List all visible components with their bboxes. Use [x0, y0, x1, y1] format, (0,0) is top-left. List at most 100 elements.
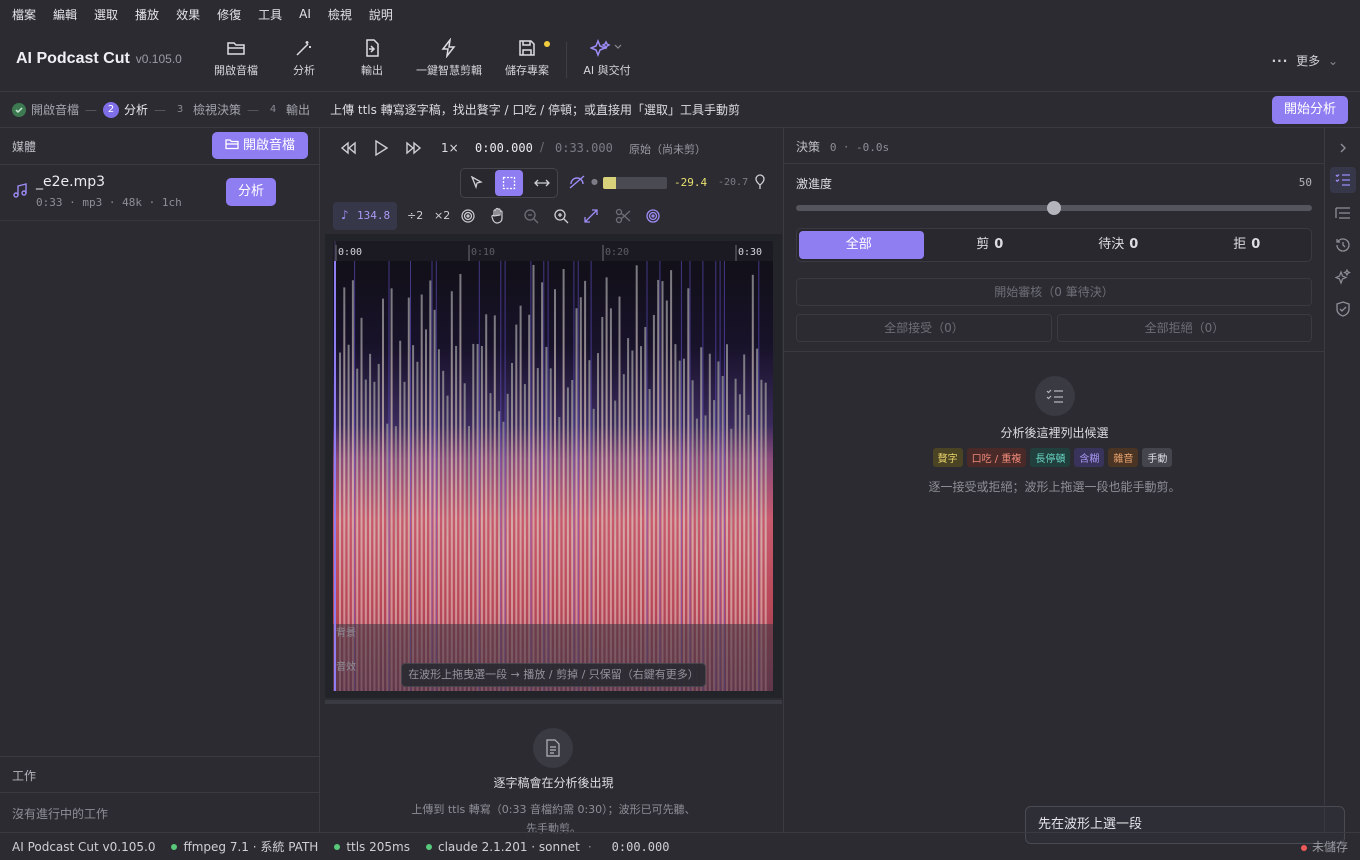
filter-tab-label: 拒: [1233, 237, 1247, 252]
shield-check-icon[interactable]: [1335, 301, 1351, 317]
filter-tab[interactable]: 全部: [799, 231, 924, 259]
folder-open-icon: [225, 139, 239, 150]
status-time: 0:00.000: [611, 839, 670, 854]
category-tag: 長停頓: [1030, 448, 1071, 467]
menu-item[interactable]: 編輯: [53, 6, 77, 23]
reject-all-button[interactable]: 全部拒絕（0）: [1057, 314, 1312, 342]
pointer-icon[interactable]: [470, 176, 484, 190]
chevron-right-icon[interactable]: [1338, 142, 1348, 154]
decisions-dot: ·: [844, 140, 849, 154]
open-audio-panel-button[interactable]: 開啟音檔: [212, 132, 308, 159]
menu-item[interactable]: 播放: [135, 6, 159, 23]
aggressiveness-label: 激進度: [796, 177, 833, 191]
menu-item[interactable]: 檢視: [328, 6, 352, 23]
app-title: AI Podcast Cut v0.105.0: [16, 50, 182, 68]
bpm-value: 134.8: [357, 209, 391, 222]
media-title: 媒體: [12, 140, 37, 154]
save-project-button[interactable]: 儲存專案: [487, 36, 567, 84]
menu-item[interactable]: 檔案: [12, 6, 36, 23]
gain-meter[interactable]: [603, 177, 667, 189]
status-bar: AI Podcast Cut v0.105.0 ffmpeg 7.1 · 系統 …: [0, 832, 1360, 860]
expand-icon[interactable]: [583, 208, 599, 224]
filter-tab-count: 0: [1129, 237, 1139, 252]
target-icon[interactable]: [460, 208, 476, 224]
list-tree-icon[interactable]: [1335, 206, 1351, 220]
filter-tab[interactable]: 待決 0: [1056, 231, 1181, 259]
ai-delivery-button[interactable]: AI 與交付: [567, 36, 647, 84]
step-2[interactable]: 2 分析: [103, 101, 148, 118]
checklist-icon-circle: [1035, 376, 1075, 416]
play-icon[interactable]: [373, 139, 389, 157]
step-3[interactable]: 3 檢視決策: [172, 101, 241, 118]
filter-tab[interactable]: 拒0: [1185, 231, 1310, 259]
smart-cut-button[interactable]: 一鍵智慧剪輯: [409, 36, 489, 84]
step-bar: 開啟音檔 — 2 分析 — 3 檢視決策 — 4 輸出 上傳 ttls 轉寫逐字稿，找…: [0, 92, 1360, 128]
edit-mode: 原始（尚未剪）: [629, 143, 706, 156]
decisions-tab-button[interactable]: [1330, 167, 1356, 193]
menu-item[interactable]: 工具: [258, 6, 282, 23]
history-icon[interactable]: [1335, 237, 1351, 253]
media-file-row[interactable]: _e2e.mp3 0:33 · mp3 · 48k · 1ch 分析: [0, 165, 320, 221]
select-tool-button[interactable]: [495, 170, 523, 196]
step-separator: —: [154, 102, 167, 117]
step-1[interactable]: 開啟音檔: [12, 101, 79, 118]
step-1-label: 開啟音檔: [31, 103, 80, 117]
stretch-icon[interactable]: [534, 177, 550, 189]
hand-icon[interactable]: [490, 207, 506, 225]
tick-label: 0:20: [605, 247, 629, 258]
bpm-button[interactable]: ♪ 134.8: [333, 202, 397, 230]
zoom-out-icon[interactable]: [523, 208, 539, 224]
splitter[interactable]: [325, 700, 782, 704]
step-4-label: 輸出: [286, 103, 311, 117]
bpm-double-button[interactable]: ×2: [434, 209, 450, 222]
slider-knob[interactable]: [1047, 201, 1061, 215]
menu-item[interactable]: AI: [299, 7, 311, 21]
fast-forward-icon[interactable]: [405, 140, 423, 156]
media-panel: 媒體 開啟音檔 _e2e.mp3 0:33 · mp3 · 48k · 1ch …: [0, 128, 320, 832]
waveform-canvas[interactable]: 0:00 0:10 0:20 0:30: [333, 241, 773, 691]
status-ok-dot: [425, 843, 432, 850]
divider: [0, 792, 320, 793]
aggressiveness-slider[interactable]: [796, 201, 1312, 215]
media-file-meta: 0:33 · mp3 · 48k · 1ch: [36, 196, 182, 209]
more-menu-button[interactable]: ··· 更多 ⌄: [1272, 52, 1338, 69]
sparkle-icon[interactable]: [1335, 269, 1351, 285]
chevron-down-icon: ⌄: [1327, 54, 1338, 68]
start-review-button[interactable]: 開始審核（0 筆待決）: [796, 278, 1312, 306]
pin-icon[interactable]: [753, 174, 767, 190]
save-project-label: 儲存專案: [505, 64, 549, 77]
tick-label: 0:00: [338, 247, 362, 258]
menu-item[interactable]: 修復: [217, 6, 241, 23]
app-name: AI Podcast Cut: [16, 50, 130, 67]
editor-panel: 1× 0:00.000 / 0:33.000 原始（尚未剪） ● -29.4 -…: [325, 128, 782, 835]
tick-label: 0:10: [471, 247, 495, 258]
filter-tab[interactable]: 剪0: [928, 231, 1053, 259]
playback-speed[interactable]: 1×: [441, 141, 459, 155]
analyze-file-button[interactable]: 分析: [226, 178, 276, 206]
step-2-label: 分析: [124, 103, 149, 117]
menu-item[interactable]: 選取: [94, 6, 118, 23]
lane-label-background: 背景: [336, 628, 356, 639]
menu-item[interactable]: 說明: [369, 6, 393, 23]
target-icon[interactable]: [645, 208, 661, 224]
step-4[interactable]: 4 輸出: [265, 101, 310, 118]
save-status: 未儲存: [1300, 838, 1348, 855]
scissors-icon[interactable]: [615, 208, 631, 224]
menu-item[interactable]: 效果: [176, 6, 200, 23]
document-icon: [546, 739, 560, 757]
headphone-mix-icon[interactable]: [568, 174, 586, 190]
folder-open-icon: [227, 42, 245, 55]
side-rail: [1324, 128, 1360, 832]
step-3-number: 3: [176, 103, 184, 115]
unsaved-label: 未儲存: [1311, 840, 1348, 854]
accept-all-button[interactable]: 全部接受（0）: [796, 314, 1052, 342]
rewind-icon[interactable]: [339, 140, 357, 156]
open-audio-panel-label: 開啟音檔: [242, 138, 295, 153]
export-button[interactable]: 輸出: [332, 36, 412, 84]
zoom-in-icon[interactable]: [553, 208, 569, 224]
bpm-half-button[interactable]: ÷2: [407, 209, 423, 222]
status-app: AI Podcast Cut v0.105.0: [12, 839, 156, 854]
start-analysis-button[interactable]: 開始分析: [1272, 96, 1348, 124]
gain-meter-fill: [603, 177, 616, 189]
status-ttls: ttls 205ms: [346, 839, 410, 854]
